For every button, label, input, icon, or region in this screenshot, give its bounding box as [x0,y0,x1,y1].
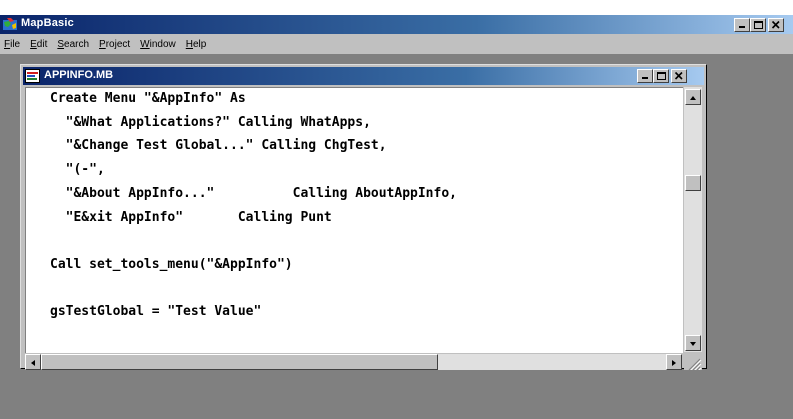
app-titlebar[interactable]: MapBasic [0,15,793,34]
child-minimize-button[interactable] [637,69,653,83]
code-line: "E&xit AppInfo" Calling Punt [50,209,332,225]
code-line: "(-", [50,162,105,178]
app-minimize-button[interactable] [734,18,750,32]
app-title: MapBasic [21,17,74,29]
code-line: "&About AppInfo..." Calling AboutAppInfo… [50,185,457,201]
child-window-controls [637,69,687,83]
arrow-down-icon [690,342,696,346]
menu-label-rest: dit [36,39,48,50]
menu-project[interactable]: Project [99,39,130,50]
mapbasic-globe-icon [3,18,17,30]
vertical-scroll-thumb[interactable] [685,175,701,191]
horizontal-scrollbar[interactable] [25,354,682,370]
menu-window[interactable]: Window [140,39,176,50]
code-line: Create Menu "&AppInfo" As [50,91,246,106]
close-icon [771,20,780,29]
arrow-up-icon [690,96,696,100]
menu-mnemonic: H [185,39,193,50]
menu-label-rest: elp [193,39,207,50]
menu-label-rest: indow [149,39,176,50]
app-window-controls [734,18,784,32]
menu-file[interactable]: File [4,39,20,50]
menu-label-rest: earch [64,39,90,50]
scroll-down-button[interactable] [685,335,701,351]
child-close-button[interactable] [671,69,687,83]
code-line: gsTestGlobal = "Test Value" [50,304,262,320]
menu-mnemonic: P [99,39,106,50]
menu-search[interactable]: Search [57,39,89,50]
mapbasic-document-icon [25,69,40,83]
size-grip[interactable] [684,354,702,372]
scroll-right-button[interactable] [666,354,682,370]
maximize-icon [754,21,763,29]
menu-mnemonic: E [30,39,37,50]
maximize-icon [657,72,666,80]
child-maximize-button[interactable] [653,69,669,83]
child-window-appinfo: APPINFO.MB Create Menu "&AppInfo" As "&W… [20,64,707,372]
child-titlebar[interactable]: APPINFO.MB [23,67,704,85]
menu-edit[interactable]: Edit [30,39,47,50]
code-editor[interactable]: Create Menu "&AppInfo" As "&What Applica… [25,87,683,353]
menu-help[interactable]: Help [186,39,207,50]
menu-label-rest: roject [105,39,131,50]
scroll-up-button[interactable] [685,89,701,105]
scroll-left-button[interactable] [25,354,41,370]
child-title: APPINFO.MB [44,69,114,81]
app-close-button[interactable] [768,18,784,32]
code-line: "&What Applications?" Calling WhatApps, [50,114,371,130]
vertical-scrollbar[interactable] [684,87,702,352]
code-line: Call set_tools_menu("&AppInfo") [50,256,293,272]
minimize-icon [739,26,745,28]
close-icon [674,71,683,80]
menu-bar: File Edit Search Project Window Help [0,36,793,53]
code-line: "&Change Test Global..." Calling ChgTest… [50,138,387,154]
horizontal-scroll-thumb[interactable] [41,354,438,370]
app-maximize-button[interactable] [750,18,766,32]
arrow-right-icon [672,360,676,366]
menu-mnemonic: W [140,39,150,50]
resize-grip-icon [688,358,702,372]
arrow-left-icon [31,360,35,366]
minimize-icon [642,77,648,79]
menu-label-rest: ile [10,39,21,50]
